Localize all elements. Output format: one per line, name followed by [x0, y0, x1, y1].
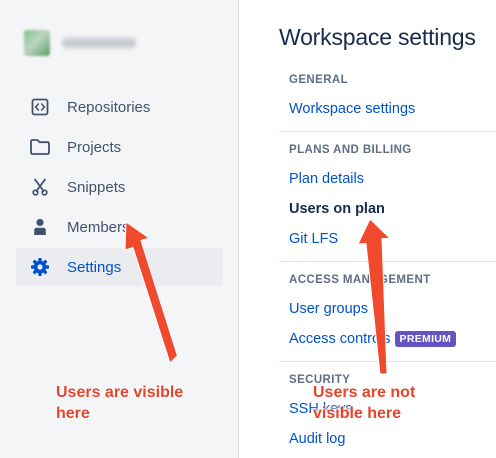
- annotation-line: Users are visible: [56, 384, 184, 401]
- sidebar-item-snippets[interactable]: Snippets: [16, 168, 223, 206]
- section-heading-access-management: ACCESS MANAGEMENT: [289, 274, 431, 286]
- sidebar-item-projects[interactable]: Projects: [16, 128, 223, 166]
- link-workspace-settings[interactable]: Workspace settings: [289, 101, 415, 117]
- sidebar-item-label: Projects: [67, 138, 122, 156]
- sidebar-item-label: Snippets: [67, 178, 126, 196]
- link-user-groups[interactable]: User groups: [289, 301, 368, 317]
- annotation-users-visible: Users are visible here: [56, 382, 183, 424]
- sidebar-item-settings[interactable]: Settings: [16, 248, 223, 286]
- link-users-on-plan-current[interactable]: Users on plan: [289, 201, 385, 217]
- workspace-name-blurred: [62, 38, 136, 48]
- sidebar-item-label: Members: [67, 218, 130, 236]
- link-git-lfs[interactable]: Git LFS: [289, 231, 338, 247]
- folder-icon: [29, 136, 51, 158]
- sidebar-item-members[interactable]: Members: [16, 208, 223, 246]
- annotation-users-not-visible: Users are not visible here: [313, 382, 415, 424]
- divider: [279, 361, 496, 362]
- gear-icon: [29, 256, 51, 278]
- link-access-controls-label: Access controls: [289, 331, 391, 347]
- sidebar-item-label: Repositories: [67, 98, 151, 116]
- person-icon: [29, 216, 51, 238]
- section-heading-plans-billing: PLANS AND BILLING: [289, 144, 412, 156]
- divider: [279, 261, 496, 262]
- annotation-line: here: [56, 405, 90, 422]
- link-plan-details[interactable]: Plan details: [289, 171, 364, 187]
- annotation-line: Users are not: [313, 384, 416, 401]
- scissors-icon: [29, 176, 51, 198]
- page-title: Workspace settings: [279, 24, 476, 50]
- section-heading-general: GENERAL: [289, 74, 349, 86]
- link-audit-log[interactable]: Audit log: [289, 431, 345, 447]
- link-access-controls[interactable]: Access controls PREMIUM: [289, 331, 457, 347]
- annotation-line: visible here: [313, 405, 402, 422]
- divider: [279, 131, 496, 132]
- premium-badge: PREMIUM: [394, 331, 457, 347]
- sidebar-item-repositories[interactable]: Repositories: [16, 88, 223, 126]
- repository-icon: [29, 96, 51, 118]
- workspace-avatar[interactable]: [24, 30, 50, 56]
- sidebar-item-label: Settings: [67, 258, 122, 276]
